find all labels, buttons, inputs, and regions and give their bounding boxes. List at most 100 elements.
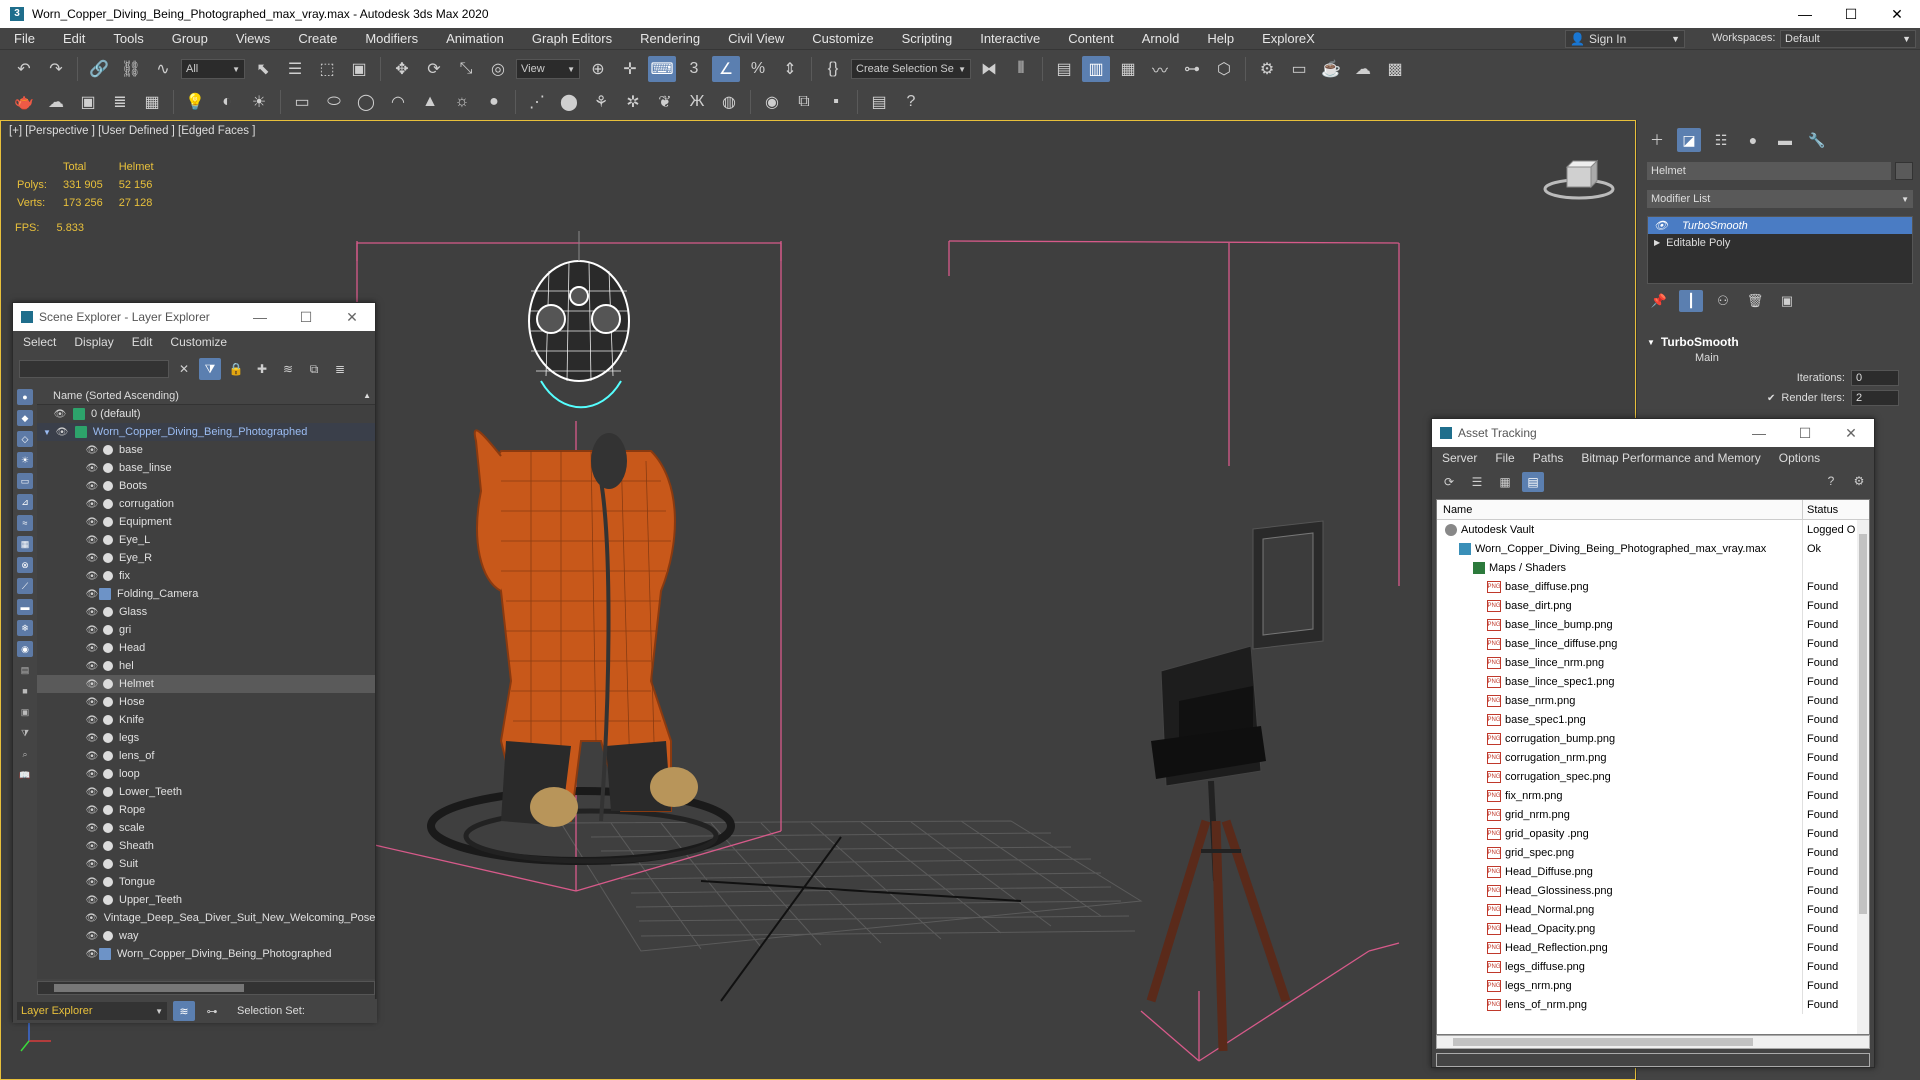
vray-light-icon[interactable]: ☀ [245, 89, 273, 115]
create-tab-icon[interactable]: ＋ [1645, 128, 1669, 152]
spinner-snap-icon[interactable]: ⇕ [776, 56, 804, 82]
asset-row[interactable]: PNG grid_nrm.png Found [1437, 805, 1869, 824]
help-icon[interactable]: ? [897, 89, 925, 115]
menu-item[interactable]: Create [284, 31, 351, 46]
vray-vfb-icon[interactable]: ▪ [822, 89, 850, 115]
layer-item[interactable]: 👁 loop [37, 765, 375, 783]
scrollbar-thumb[interactable] [1453, 1038, 1753, 1046]
hierarchy-tab-icon[interactable]: ☷ [1709, 128, 1733, 152]
eye-icon[interactable]: 👁 [85, 589, 99, 600]
modify-tab-icon[interactable]: ◪ [1677, 128, 1701, 152]
vray-teapot-icon[interactable]: 🫖 [10, 89, 38, 115]
eye-icon[interactable]: 👁 [85, 913, 98, 924]
maximize-button[interactable]: ☐ [1828, 0, 1874, 28]
layer-item[interactable]: 👁 Helmet [37, 675, 375, 693]
asset-row[interactable]: Maps / Shaders [1437, 558, 1869, 577]
vray-disc-light-icon[interactable]: ⬭ [320, 89, 348, 115]
select-object-icon[interactable]: ⬉ [249, 56, 277, 82]
layer-item[interactable]: 👁 legs [37, 729, 375, 747]
eye-icon[interactable]: 👁 [53, 409, 67, 420]
layer-item[interactable]: 👁 scale [37, 819, 375, 837]
display-tab-icon[interactable]: ▬ [1773, 128, 1797, 152]
eye-icon[interactable]: 👁 [1654, 219, 1668, 232]
horizontal-scrollbar[interactable] [1436, 1035, 1870, 1049]
eye-icon[interactable]: 👁 [85, 751, 99, 762]
vray-dome-light-icon[interactable]: ◠ [384, 89, 412, 115]
asset-row[interactable]: PNG grid_spec.png Found [1437, 843, 1869, 862]
eye-icon[interactable]: 👁 [55, 427, 69, 438]
keyboard-shortcut-override-icon[interactable]: ⌨ [648, 56, 676, 82]
layer-row-default[interactable]: 👁 0 (default) [37, 405, 375, 423]
close-button[interactable]: ✕ [1828, 419, 1874, 447]
asset-row[interactable]: PNG base_diffuse.png Found [1437, 577, 1869, 596]
asset-row[interactable]: PNG Head_Glossiness.png Found [1437, 881, 1869, 900]
layer-view-icon[interactable]: ≋ [173, 1001, 195, 1021]
minimize-button[interactable]: — [237, 303, 283, 331]
vray-plant-icon[interactable]: ❦ [651, 89, 679, 115]
layer-item[interactable]: 👁 Sheath [37, 837, 375, 855]
asset-row[interactable]: PNG grid_opasity .png Found [1437, 824, 1869, 843]
select-none-icon[interactable]: ■ [17, 683, 33, 699]
scrollbar-thumb[interactable] [1859, 534, 1867, 914]
render-production-icon[interactable]: ☕ [1317, 56, 1345, 82]
move-icon[interactable]: ✥ [388, 56, 416, 82]
eye-icon[interactable]: 👁 [85, 823, 99, 834]
layer-item[interactable]: 👁 Glass [37, 603, 375, 621]
asset-row[interactable]: PNG base_spec1.png Found [1437, 710, 1869, 729]
asset-row[interactable]: PNG lens_of_nrm.png Found [1437, 995, 1869, 1014]
configure-modifier-sets-icon[interactable]: ▣ [1775, 290, 1799, 312]
eye-icon[interactable]: 👁 [85, 463, 99, 474]
snaps-toggle-icon[interactable]: 3 [680, 56, 708, 82]
close-button[interactable]: ✕ [329, 303, 375, 331]
help-icon[interactable]: ? [1820, 471, 1842, 491]
render-iters-checkbox[interactable]: ✔ [1767, 393, 1775, 404]
search-input[interactable] [19, 360, 169, 378]
asset-row[interactable]: PNG Head_Opacity.png Found [1437, 919, 1869, 938]
layer-explorer-icon[interactable]: ▥ [1082, 56, 1110, 82]
rotate-icon[interactable]: ⟳ [420, 56, 448, 82]
menu-item[interactable]: Edit [49, 31, 99, 46]
asset-row[interactable]: PNG base_nrm.png Found [1437, 691, 1869, 710]
maximize-button[interactable]: ☐ [1782, 419, 1828, 447]
display-shapes-icon[interactable]: ◇ [17, 431, 33, 447]
vray-ies-icon[interactable]: ◐ [213, 89, 241, 115]
horizontal-scrollbar[interactable] [37, 981, 375, 995]
object-name-field[interactable]: Helmet [1647, 162, 1891, 180]
lock-icon[interactable]: 🔒 [225, 358, 247, 380]
display-cameras-icon[interactable]: ▭ [17, 473, 33, 489]
vertical-scrollbar[interactable] [1857, 520, 1869, 1034]
vray-fur-icon[interactable]: ⚘ [587, 89, 615, 115]
rollout-header[interactable]: ▼ TurboSmooth [1641, 332, 1917, 352]
bind-space-warp-icon[interactable]: ∿ [149, 56, 177, 82]
rectangular-selection-icon[interactable]: ⬚ [313, 56, 341, 82]
eye-icon[interactable]: 👁 [85, 625, 99, 636]
menu-item[interactable]: Group [158, 31, 222, 46]
select-layer-icon[interactable]: ⧉ [303, 358, 325, 380]
eye-icon[interactable]: 👁 [85, 517, 99, 528]
menu-item[interactable]: ExploreX [1248, 31, 1329, 46]
scrollbar-thumb[interactable] [54, 984, 244, 992]
scene-explorer-menu-item[interactable]: Customize [170, 335, 227, 349]
eye-icon[interactable]: 👁 [85, 697, 99, 708]
percent-snap-icon[interactable]: % [744, 56, 772, 82]
layer-item[interactable]: 👁 Tongue [37, 873, 375, 891]
eye-icon[interactable]: 👁 [85, 931, 99, 942]
eye-icon[interactable]: 👁 [85, 607, 99, 618]
layer-item[interactable]: 👁 Boots [37, 477, 375, 495]
collapse-arrow-icon[interactable]: ▼ [43, 428, 51, 437]
display-groups-icon[interactable]: ▦ [17, 536, 33, 552]
vray-plane-light-icon[interactable]: ▭ [288, 89, 316, 115]
layer-item[interactable]: 👁 fix [37, 567, 375, 585]
iterations-spinner[interactable]: 0 [1851, 370, 1899, 386]
layer-item[interactable]: 👁 Head [37, 639, 375, 657]
render-setup-icon[interactable]: ⚙ [1253, 56, 1281, 82]
layer-item[interactable]: 👁 lens_of [37, 747, 375, 765]
asset-tracking-menu-item[interactable]: Bitmap Performance and Memory [1581, 451, 1760, 465]
asset-row[interactable]: PNG legs_diffuse.png Found [1437, 957, 1869, 976]
menu-item[interactable]: Tools [99, 31, 157, 46]
curve-editor-icon[interactable]: 〰 [1146, 56, 1174, 82]
rendered-frame-window-icon[interactable]: ▭ [1285, 56, 1313, 82]
manipulate-icon[interactable]: ✛ [616, 56, 644, 82]
thumbnail-view-icon[interactable]: ▦ [1494, 472, 1516, 492]
display-frozen-icon[interactable]: ❄ [17, 620, 33, 636]
